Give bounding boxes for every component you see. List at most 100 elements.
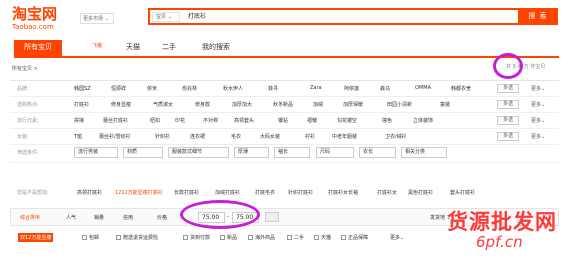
hot-option[interactable]: 加厚保暖 xyxy=(343,101,363,108)
hot-option[interactable]: 田园小清新 xyxy=(387,101,412,108)
brand-option[interactable]: 阿依莲 xyxy=(344,85,359,92)
brand-option[interactable]: 森马 xyxy=(380,85,390,92)
dropdown-style-detail[interactable]: 服装款式细节 xyxy=(168,147,229,158)
related-item[interactable]: 打底衫女长袖 xyxy=(328,189,358,196)
sort-credit[interactable]: 信用 xyxy=(123,214,133,221)
dropdown-menswear[interactable]: 流行男装 xyxy=(74,147,118,158)
row-label: 筛选条件: xyxy=(17,150,39,156)
hot-option[interactable]: 打底衫 xyxy=(74,101,89,108)
sort-popularity[interactable]: 人气 xyxy=(66,214,76,221)
hot-option[interactable]: 秋冬新品 xyxy=(273,101,293,108)
category-option[interactable]: 衬衫 xyxy=(305,133,315,140)
sort-price[interactable]: 价格 xyxy=(157,214,167,221)
filter-return-insurance[interactable]: 赠送退货运费险 xyxy=(116,234,158,241)
filter-free-shipping[interactable]: 包邮 xyxy=(82,234,99,241)
filter-overseas[interactable]: 海外商品 xyxy=(248,234,275,241)
hot-option[interactable]: 气质淑女 xyxy=(153,101,173,108)
hot-option[interactable]: 加绒 xyxy=(313,101,323,108)
tab-all-items[interactable]: 所有宝贝 xyxy=(14,40,62,57)
tab-logo[interactable]: 飞猪 xyxy=(82,40,112,57)
related-item[interactable]: 套头打底衫 xyxy=(450,189,475,196)
more-button[interactable]: 更多⌄ xyxy=(531,133,545,140)
hot-option[interactable]: 加厚加大 xyxy=(232,101,252,108)
trend-option[interactable]: 纽扣 xyxy=(150,117,160,124)
dropdown-length[interactable]: 衣长 xyxy=(359,147,396,158)
sort-default[interactable]: 综合排序 xyxy=(20,214,40,221)
related-item[interactable]: 加绒打底衫 xyxy=(215,189,240,196)
promo-tag[interactable]: 双12万能显瘦 xyxy=(18,233,54,242)
multi-select-button[interactable]: 多选 xyxy=(497,132,519,141)
multi-select-button[interactable]: 多选 xyxy=(497,100,519,109)
brand-option[interactable]: 秋水伊人 xyxy=(223,85,243,92)
brand-option[interactable]: Zara xyxy=(310,85,322,91)
category-option[interactable]: 蕾丝衫/雪纺衫 xyxy=(99,133,131,140)
trend-option[interactable]: 撞色 xyxy=(382,117,392,124)
related-item[interactable]: 打底衫女 xyxy=(377,189,397,196)
checkbox-icon xyxy=(287,235,292,240)
brand-option[interactable]: 韩都衣舍 xyxy=(451,85,471,92)
related-item[interactable]: 1212万能显瘦打底衫 xyxy=(115,189,163,196)
related-item[interactable]: 黑色打底衫 xyxy=(408,189,433,196)
search-tabs: 所有宝贝 飞猪 天猫 二手 我的搜索 xyxy=(14,40,569,57)
hot-option[interactable]: 修身款 xyxy=(195,101,210,108)
search-input[interactable]: 打底衫 xyxy=(188,12,206,22)
brand-option[interactable]: 恒源祥 xyxy=(111,85,126,92)
category-option[interactable]: T恤 xyxy=(74,133,82,140)
multi-select-button[interactable]: 多选 xyxy=(497,84,519,93)
trend-option[interactable]: 拼接 xyxy=(74,117,84,124)
category-option[interactable]: 大码女装 xyxy=(260,133,280,140)
more-button[interactable]: 更多⌄ xyxy=(531,85,545,92)
dropdown-sleeve[interactable]: 袖长 xyxy=(274,147,310,158)
more-button[interactable]: 更多⌄ xyxy=(531,101,545,108)
trend-option[interactable]: 不对称 xyxy=(203,117,218,124)
filter-new[interactable]: 新品 xyxy=(220,234,237,241)
breadcrumb[interactable]: 所有宝贝 > xyxy=(12,65,38,72)
related-item[interactable]: 高领打底衫 xyxy=(77,189,102,196)
brand-option[interactable]: 菲寻 xyxy=(268,85,278,92)
filter-dropdown-row: 筛选条件: 流行男装 材质 服装款式细节 厚薄 袖长 尺码 衣长 相关分类 xyxy=(10,145,559,163)
brand-option[interactable]: 俞兆林 xyxy=(182,85,197,92)
tab-my-search[interactable]: 我的搜索 xyxy=(196,40,236,57)
category-option[interactable]: 卫衣/绒衫 xyxy=(385,133,407,140)
search-button[interactable]: 搜 索 xyxy=(518,8,558,25)
category-option[interactable]: 针织衫 xyxy=(155,133,170,140)
brand-option[interactable]: 依米 xyxy=(147,85,157,92)
category-option[interactable]: 连衣裙 xyxy=(190,133,205,140)
category-option[interactable]: 毛衣 xyxy=(231,133,241,140)
tab-secondhand[interactable]: 二手 xyxy=(156,40,182,57)
dropdown-thickness[interactable]: 厚薄 xyxy=(234,147,269,158)
filter-more[interactable]: 更多⌄ xyxy=(390,234,404,241)
trend-option[interactable]: 蕾丝打底衫 xyxy=(103,117,128,124)
brand-option[interactable]: 韩国SZ xyxy=(74,85,91,92)
trend-option[interactable]: 勾花镂空 xyxy=(337,117,357,124)
hot-option[interactable]: 修身显瘦 xyxy=(111,101,131,108)
taobao-logo[interactable]: 淘宝网 Taobao.com xyxy=(12,6,57,31)
hot-option[interactable]: 童装 xyxy=(440,101,450,108)
trend-option[interactable]: 印花 xyxy=(175,117,185,124)
category-option[interactable]: 中老年服装 xyxy=(332,133,357,140)
more-button[interactable]: 更多⌄ xyxy=(531,117,545,124)
related-item[interactable]: 打底毛衣 xyxy=(255,189,275,196)
trend-option[interactable]: 高领套头 xyxy=(234,117,254,124)
search-category-select[interactable]: 宝贝 ⌄ xyxy=(152,12,180,22)
trend-option[interactable]: 立体装饰 xyxy=(413,117,433,124)
sort-sales[interactable]: 销量 xyxy=(94,214,104,221)
multi-select-button[interactable]: 多选 xyxy=(497,116,519,125)
tab-tmall[interactable]: 天猫 xyxy=(120,40,146,57)
dropdown-related-category[interactable]: 相关分类 xyxy=(401,147,447,158)
filter-genuine[interactable]: 正品保障 xyxy=(341,234,368,241)
trend-option[interactable]: 镶钻 xyxy=(278,117,288,124)
dropdown-material[interactable]: 材质 xyxy=(123,147,163,158)
attribute-panel: 品牌: 韩国SZ 恒源祥 依米 俞兆林 秋水伊人 菲寻 Zara 阿依莲 森马 … xyxy=(10,80,559,177)
trend-option[interactable]: 褶皱 xyxy=(307,117,317,124)
filter-secondhand[interactable]: 二手 xyxy=(287,234,304,241)
related-item[interactable]: 长款打底衫 xyxy=(174,189,199,196)
checkbox-icon xyxy=(248,235,253,240)
related-item[interactable]: 针织打底衫 xyxy=(288,189,313,196)
price-chart-icon[interactable] xyxy=(265,212,279,222)
filter-tmall[interactable]: 天猫 xyxy=(314,234,331,241)
dropdown-size[interactable]: 尺码 xyxy=(316,147,354,158)
brand-option[interactable]: OMMA xyxy=(415,85,431,91)
more-markets-dropdown[interactable]: 更多市场 ⌄ xyxy=(80,13,114,24)
filter-cod[interactable]: 货到付款 xyxy=(183,234,210,241)
